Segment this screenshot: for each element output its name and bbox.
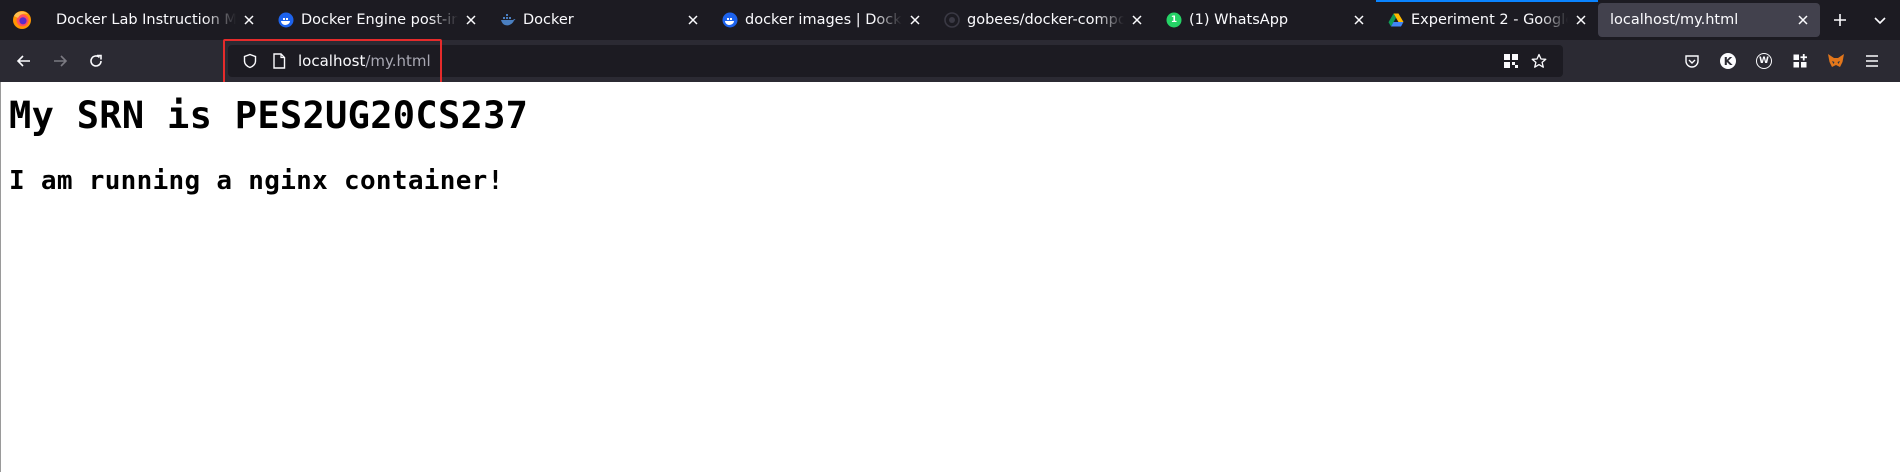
docker-docs-icon xyxy=(278,12,294,28)
firefox-logo-icon xyxy=(13,11,31,29)
tracking-protection-shield-icon[interactable] xyxy=(240,53,260,69)
tab-docker-engine-post-install[interactable]: Docker Engine post-installation steps xyxy=(266,0,488,40)
tabbar-controls xyxy=(1820,0,1900,40)
docker-docs-icon xyxy=(722,12,738,28)
metamask-fox-icon[interactable] xyxy=(1818,40,1854,82)
docker-icon xyxy=(500,12,516,28)
tab-title: Docker Engine post-installation steps xyxy=(301,12,458,28)
tab-title: (1) WhatsApp xyxy=(1189,12,1289,28)
whatsapp-icon: 1 xyxy=(1166,12,1182,28)
tab-docker-lab-manual[interactable]: Docker Lab Instruction Manual xyxy=(44,0,266,40)
tab-title: Docker xyxy=(523,12,574,28)
address-bar[interactable]: localhost/my.html xyxy=(228,45,1563,77)
reload-icon xyxy=(90,54,102,67)
plus-icon xyxy=(1834,14,1846,26)
new-tab-button[interactable] xyxy=(1820,0,1860,40)
whatsapp-badge: 1 xyxy=(1170,15,1178,25)
reload-button[interactable] xyxy=(80,45,112,77)
forward-button[interactable] xyxy=(44,45,76,77)
page-content: My SRN is PES2UG20CS237 I am running a n… xyxy=(0,82,1900,472)
tab-gobees-docker-compose[interactable]: gobees/docker-compose xyxy=(932,0,1154,40)
navigation-toolbar: localhost/my.html K W xyxy=(0,40,1900,82)
extension-w-badge: W xyxy=(1756,53,1772,69)
tab-whatsapp[interactable]: 1 (1) WhatsApp xyxy=(1154,0,1376,40)
tab-docker-images-docs[interactable]: docker images | Docker Docs xyxy=(710,0,932,40)
url-path: /my.html xyxy=(365,52,431,70)
extension-k-icon[interactable]: K xyxy=(1710,40,1746,82)
github-icon xyxy=(944,12,960,28)
close-tab-icon[interactable] xyxy=(906,11,924,29)
back-button[interactable] xyxy=(8,45,40,77)
close-tab-icon[interactable] xyxy=(1128,11,1146,29)
list-all-tabs-button[interactable] xyxy=(1860,0,1900,40)
firefox-menu-button[interactable] xyxy=(0,0,44,40)
close-tab-icon[interactable] xyxy=(240,11,258,29)
close-tab-icon[interactable] xyxy=(1572,11,1590,29)
close-tab-icon[interactable] xyxy=(684,11,702,29)
tab-experiment-2-google-drive[interactable]: Experiment 2 - Google Drive xyxy=(1376,0,1598,40)
tab-title: Docker Lab Instruction Manual xyxy=(56,12,236,28)
bookmark-star-icon[interactable] xyxy=(1525,45,1553,77)
arrow-left-icon xyxy=(16,55,30,67)
google-drive-icon xyxy=(1388,12,1404,28)
close-tab-icon[interactable] xyxy=(1794,11,1812,29)
chevron-down-icon xyxy=(1874,17,1886,25)
tab-title: localhost/my.html xyxy=(1610,12,1739,28)
tab-list: Docker Lab Instruction Manual Docker Eng… xyxy=(44,0,1820,40)
page-info-icon[interactable] xyxy=(270,53,288,69)
hamburger-menu-icon[interactable] xyxy=(1854,40,1890,82)
url-text[interactable]: localhost/my.html xyxy=(298,52,431,70)
tab-docker[interactable]: Docker xyxy=(488,0,710,40)
tab-title: gobees/docker-compose xyxy=(967,12,1124,28)
tab-strip: Docker Lab Instruction Manual Docker Eng… xyxy=(0,0,1900,40)
close-tab-icon[interactable] xyxy=(1350,11,1368,29)
tab-title: Experiment 2 - Google Drive xyxy=(1411,12,1568,28)
arrow-right-icon xyxy=(54,55,68,67)
tab-title: docker images | Docker Docs xyxy=(745,12,902,28)
extension-k-badge: K xyxy=(1720,53,1736,69)
address-bar-actions xyxy=(1497,45,1553,77)
tab-localhost-my-html[interactable]: localhost/my.html xyxy=(1598,3,1820,37)
page-heading: My SRN is PES2UG20CS237 xyxy=(9,94,529,137)
page-subheading: I am running a nginx container! xyxy=(9,166,504,196)
qr-code-icon[interactable] xyxy=(1497,45,1525,77)
pocket-icon[interactable] xyxy=(1674,40,1710,82)
extensions-puzzle-icon[interactable] xyxy=(1782,40,1818,82)
extension-w-icon[interactable]: W xyxy=(1746,40,1782,82)
toolbar-extensions: K W xyxy=(1674,40,1890,82)
close-tab-icon[interactable] xyxy=(462,11,480,29)
url-host: localhost xyxy=(298,52,366,70)
tab-indicator xyxy=(1376,0,1598,2)
